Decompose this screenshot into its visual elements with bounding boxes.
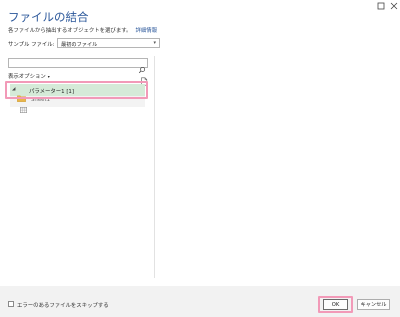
skip-errors-label: エラーのあるファイルをスキップする — [17, 302, 109, 309]
sample-file-value: 最初のファイル — [61, 41, 98, 48]
skip-errors-checkbox[interactable] — [8, 301, 14, 307]
pane-divider — [154, 56, 155, 278]
caret-down-icon: ▾ — [47, 74, 50, 79]
highlight-annotation — [318, 296, 353, 313]
display-options-label: 表示オプション — [8, 74, 46, 80]
cancel-button[interactable]: キャンセル — [357, 299, 390, 310]
description-text: 各ファイルから抽出するオブジェクトを選びます。 — [8, 28, 132, 34]
details-link[interactable]: 詳細情報 — [135, 28, 157, 34]
display-options-button[interactable]: 表示オプション ▾ — [8, 72, 50, 80]
dialog-description: 各ファイルから抽出するオブジェクトを選びます。 詳細情報 — [8, 26, 157, 34]
close-icon[interactable] — [388, 0, 400, 12]
search-field[interactable] — [8, 58, 148, 77]
highlight-annotation — [5, 81, 148, 99]
dialog-title: ファイルの結合 — [8, 10, 89, 24]
search-icon[interactable] — [138, 59, 146, 74]
refresh-preview-icon[interactable] — [140, 71, 148, 86]
maximize-icon[interactable] — [375, 0, 387, 12]
sample-file-dropdown[interactable]: 最初のファイル ▾ — [57, 38, 160, 48]
sample-file-label: サンプル ファイル: — [8, 42, 55, 48]
chevron-down-icon: ▾ — [153, 40, 156, 46]
